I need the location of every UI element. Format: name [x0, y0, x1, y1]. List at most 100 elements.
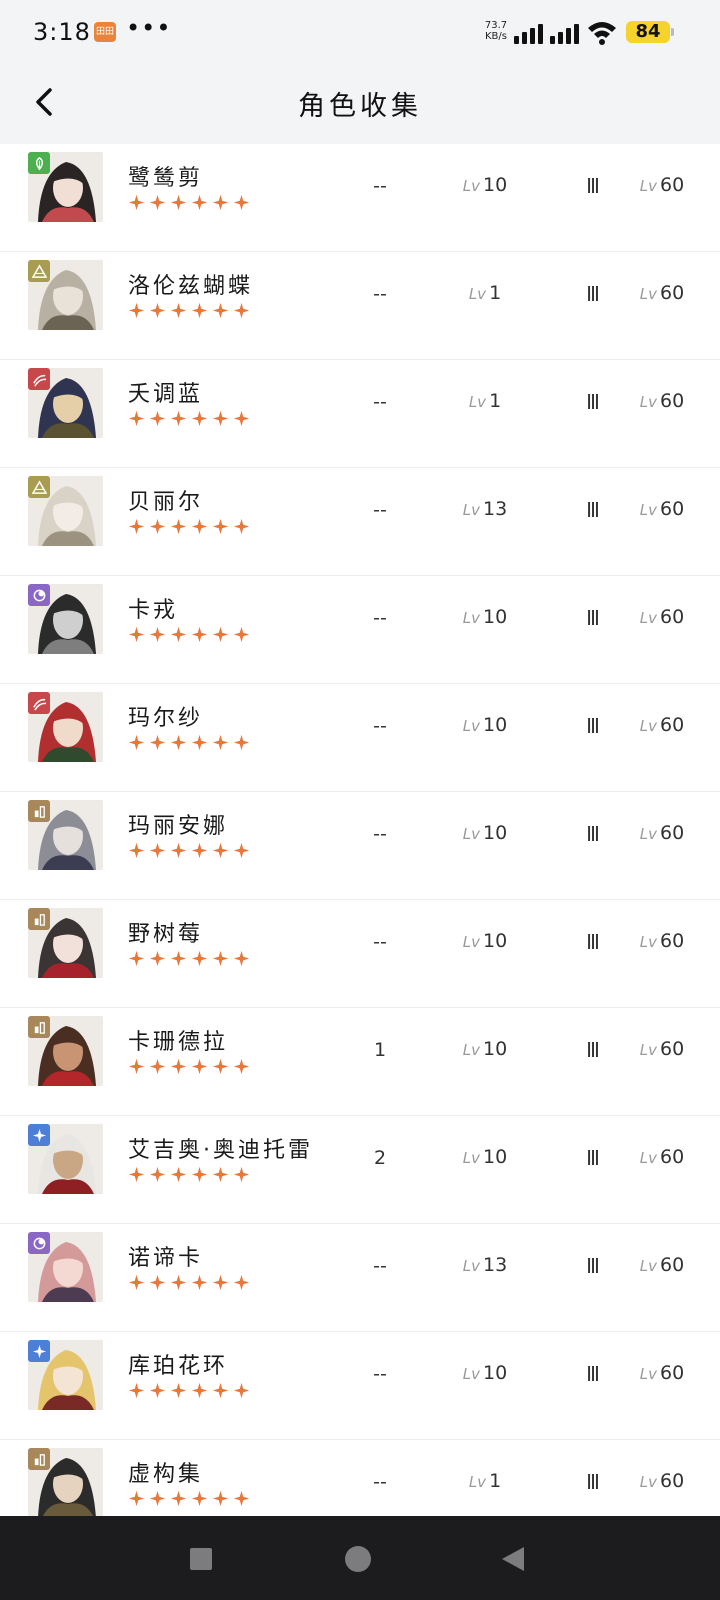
level-prefix: Lv: [462, 609, 481, 627]
star-icon: [212, 410, 229, 427]
character-row[interactable]: 诺谛卡 -- Lv 13 Ⅲ Lv 60: [0, 1222, 720, 1332]
star-icon: [233, 626, 250, 643]
rarity-stars: [128, 1058, 250, 1075]
system-nav-bar: [0, 1516, 720, 1600]
character-row[interactable]: 野树莓 -- Lv 10 Ⅲ Lv 60: [0, 898, 720, 1008]
recents-square-icon[interactable]: [190, 1548, 212, 1570]
mountain-icon: [28, 476, 50, 498]
character-list[interactable]: 鹭鸶剪 -- Lv 10 Ⅲ Lv 60 洛伦兹蝴蝶 -- Lv 1 Ⅲ Lv 60 夭调蓝 -- Lv 1 Ⅲ Lv…: [0, 144, 720, 1516]
character-portrait: [28, 692, 103, 762]
max-level: Lv 60: [622, 390, 702, 412]
level-value: 1: [489, 390, 502, 412]
character-row[interactable]: 卡戎 -- Lv 10 Ⅲ Lv 60: [0, 574, 720, 684]
max-level: Lv 60: [622, 1470, 702, 1492]
character-portrait: [28, 1232, 103, 1302]
resonance-value: --: [373, 1255, 387, 1277]
star-icon: [191, 1274, 208, 1291]
star-icon: [233, 1274, 250, 1291]
character-name: 诺谛卡: [128, 1246, 204, 1271]
max-level-value: 60: [660, 606, 685, 628]
max-level: Lv 60: [622, 1254, 702, 1276]
star-icon: [128, 626, 145, 643]
star-icon: [191, 410, 208, 427]
star-icon: [149, 194, 166, 211]
insight-tier: Ⅲ: [586, 174, 600, 198]
character-row[interactable]: 艾吉奥·奥迪托雷 2 Lv 10 Ⅲ Lv 60: [0, 1114, 720, 1224]
star-icon: [191, 1382, 208, 1399]
max-level-value: 60: [660, 1362, 685, 1384]
max-level-prefix: Lv: [639, 1257, 658, 1275]
wave-icon: [28, 368, 50, 390]
star-icon: [170, 950, 187, 967]
character-row[interactable]: 夭调蓝 -- Lv 1 Ⅲ Lv 60: [0, 358, 720, 468]
max-level: Lv 60: [622, 606, 702, 628]
character-name: 洛伦兹蝴蝶: [128, 274, 254, 299]
star-icon: [233, 194, 250, 211]
star-icon: [233, 1166, 250, 1183]
star-icon: [212, 194, 229, 211]
star-icon: [128, 518, 145, 535]
resonance-value: --: [373, 1471, 387, 1493]
star-icon: [233, 1490, 250, 1507]
star-icon: [191, 518, 208, 535]
wifi-icon: [588, 22, 616, 45]
moon-icon: [28, 584, 50, 606]
network-speed: 73.7 KB/s: [480, 20, 512, 42]
star-icon: [149, 1274, 166, 1291]
star-icon: [170, 626, 187, 643]
star-icon: [191, 302, 208, 319]
max-level-value: 60: [660, 174, 685, 196]
network-speed-unit: KB/s: [485, 31, 507, 42]
star-icon: [170, 734, 187, 751]
level-value: 10: [483, 930, 508, 952]
character-portrait: [28, 476, 103, 546]
character-portrait: [28, 584, 103, 654]
rarity-stars: [128, 518, 250, 535]
max-level-prefix: Lv: [639, 1149, 658, 1167]
character-row[interactable]: 鹭鸶剪 -- Lv 10 Ⅲ Lv 60: [0, 144, 720, 252]
star-icon: [128, 194, 145, 211]
page-header: 角色收集: [0, 60, 720, 144]
resonance-value: --: [373, 931, 387, 953]
current-level: Lv 13: [440, 498, 530, 520]
character-row[interactable]: 玛尔纱 -- Lv 10 Ⅲ Lv 60: [0, 682, 720, 792]
level-value: 10: [483, 1146, 508, 1168]
star-icon: [233, 518, 250, 535]
character-row[interactable]: 贝丽尔 -- Lv 13 Ⅲ Lv 60: [0, 466, 720, 576]
character-row[interactable]: 卡珊德拉 1 Lv 10 Ⅲ Lv 60: [0, 1006, 720, 1116]
star-icon: [170, 194, 187, 211]
character-portrait: [28, 152, 103, 222]
star-icon: [191, 950, 208, 967]
back-triangle-icon[interactable]: [500, 1545, 526, 1573]
level-value: 1: [489, 282, 502, 304]
more-notifications-icon: •••: [126, 14, 172, 42]
character-row[interactable]: 玛丽安娜 -- Lv 10 Ⅲ Lv 60: [0, 790, 720, 900]
character-row[interactable]: 库珀花环 -- Lv 10 Ⅲ Lv 60: [0, 1330, 720, 1440]
star-icon: [191, 1490, 208, 1507]
home-circle-icon[interactable]: [345, 1546, 371, 1572]
character-row[interactable]: 洛伦兹蝴蝶 -- Lv 1 Ⅲ Lv 60: [0, 250, 720, 360]
current-level: Lv 10: [440, 1146, 530, 1168]
character-portrait: [28, 1448, 103, 1516]
star-icon: [128, 842, 145, 859]
current-level: Lv 10: [440, 714, 530, 736]
level-value: 10: [483, 174, 508, 196]
rarity-stars: [128, 1490, 250, 1507]
resonance-value: --: [373, 1363, 387, 1385]
character-portrait: [28, 908, 103, 978]
star-icon: [191, 734, 208, 751]
star-icon: [149, 302, 166, 319]
max-level-prefix: Lv: [639, 1473, 658, 1491]
max-level-prefix: Lv: [639, 393, 658, 411]
level-prefix: Lv: [468, 285, 487, 303]
max-level-prefix: Lv: [639, 1041, 658, 1059]
battery-indicator: 84: [626, 21, 670, 43]
character-row[interactable]: 虚构集 -- Lv 1 Ⅲ Lv 60: [0, 1438, 720, 1516]
max-level: Lv 60: [622, 1038, 702, 1060]
max-level-value: 60: [660, 282, 685, 304]
max-level: Lv 60: [622, 498, 702, 520]
max-level-value: 60: [660, 1470, 685, 1492]
max-level-prefix: Lv: [639, 501, 658, 519]
max-level-value: 60: [660, 1254, 685, 1276]
character-name: 卡珊德拉: [128, 1030, 229, 1055]
